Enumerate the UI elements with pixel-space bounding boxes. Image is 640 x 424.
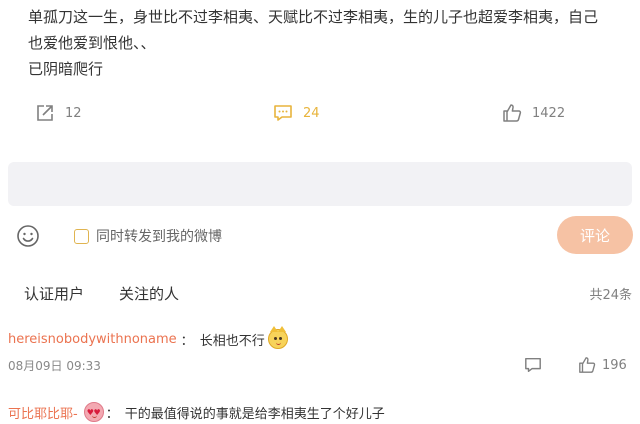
thumbs-up-icon — [503, 104, 522, 122]
comment-item: 可比耶比耶- ♥ ♥ ： 干的最值得说的事就是给李相夷生了个好儿子 — [8, 402, 385, 422]
share-icon — [37, 105, 53, 121]
comment-username[interactable]: hereisnobodywithnoname — [8, 332, 177, 347]
heart-eyes-emoji-icon: ♥ ♥ — [83, 402, 104, 422]
post-line-1: 单孤刀这一生，身世比不过李相夷、天赋比不过李相夷，生的儿子也超爱李相夷，自己 — [28, 8, 599, 26]
post-line-2: 也爱他爱到恨他、、 — [28, 34, 156, 52]
emoji-button[interactable] — [16, 224, 40, 248]
like-button[interactable]: 1422 — [502, 103, 565, 123]
comment-text: 长相也不行 — [199, 333, 265, 349]
post-actions: 12 24 1422 — [0, 100, 640, 128]
comment-input[interactable] — [8, 162, 632, 206]
comment-colon: ： — [105, 406, 119, 422]
reply-button[interactable] — [524, 356, 542, 378]
comment-username[interactable]: 可比耶比耶- — [8, 403, 78, 422]
cat-face-emoji-icon — [267, 326, 288, 349]
post-line-3: 已阴暗爬行 — [28, 60, 104, 78]
smiley-icon — [17, 225, 39, 247]
comment-total: 共24条 — [589, 288, 632, 303]
comment-colon: ： — [180, 333, 194, 349]
thumbs-up-icon — [579, 357, 596, 373]
comment-item: hereisnobodywithnoname ： 长相也不行 — [8, 326, 288, 349]
share-count: 12 — [65, 105, 82, 121]
comment-text: 干的最值得说的事就是给李相夷生了个好儿子 — [124, 406, 385, 422]
reply-icon — [525, 357, 541, 373]
comment-button[interactable]: 24 — [273, 103, 320, 123]
post-text: 单孤刀这一生，身世比不过李相夷、天赋比不过李相夷，生的儿子也超爱李相夷，自己 也… — [28, 4, 632, 82]
forward-label: 同时转发到我的微博 — [96, 229, 222, 245]
comment-timestamp: 08月09日 09:33 — [8, 359, 101, 373]
comment-count: 24 — [303, 105, 320, 121]
forward-checkbox[interactable] — [74, 228, 89, 244]
comment-icon — [274, 105, 292, 121]
submit-comment-button[interactable]: 评论 — [557, 216, 633, 254]
tab-following[interactable]: 关注的人 — [119, 283, 179, 304]
forward-option[interactable]: 同时转发到我的微博 — [74, 226, 222, 246]
like-count: 1422 — [532, 105, 566, 121]
tab-verified-users[interactable]: 认证用户 — [24, 283, 84, 304]
comment-like-count: 196 — [602, 357, 627, 373]
comment-like-button[interactable]: 196 — [578, 356, 627, 374]
share-button[interactable]: 12 — [35, 103, 82, 123]
